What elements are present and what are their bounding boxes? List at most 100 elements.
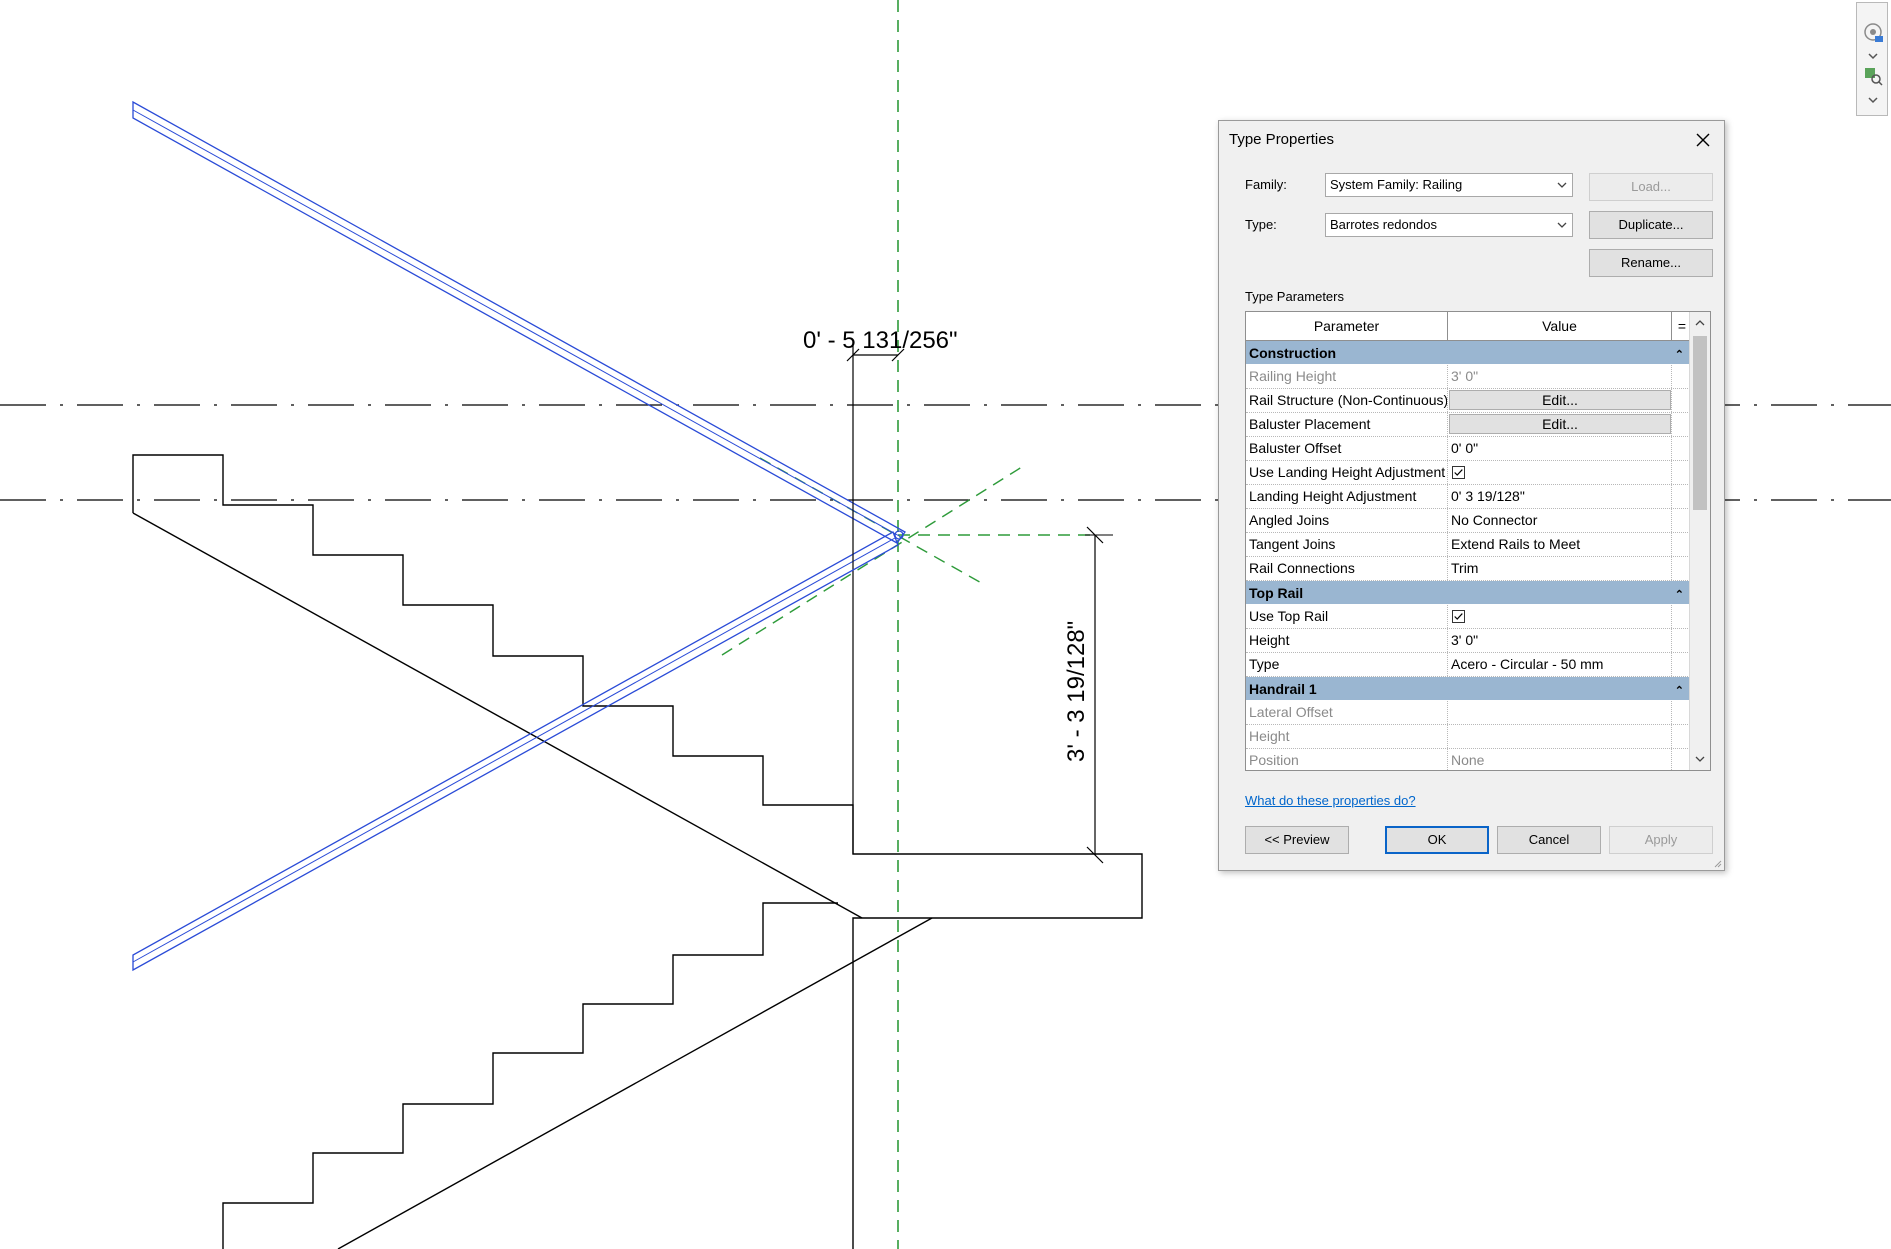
collapse-icon[interactable]: ⌃ [1675, 343, 1684, 367]
section-construction[interactable]: Construction ⌃ [1246, 341, 1692, 365]
param-name: Height [1246, 629, 1448, 652]
dimension-horizontal-label[interactable]: 0' - 5 131/256" [803, 327, 958, 354]
baluster-placement-edit-button[interactable]: Edit... [1449, 414, 1671, 434]
scrollbar-thumb[interactable] [1693, 336, 1707, 510]
type-parameters-grid[interactable]: Parameter Value = Construction ⌃ Railing… [1245, 311, 1711, 771]
grid-header: Parameter Value = [1246, 312, 1692, 341]
family-dropdown[interactable]: System Family: Railing [1325, 173, 1573, 197]
dialog-title: Type Properties [1229, 131, 1335, 148]
table-row: Use Landing Height Adjustment [1246, 461, 1692, 485]
param-name: Baluster Offset [1246, 437, 1448, 460]
param-value: 3' 0" [1448, 365, 1672, 388]
param-name: Railing Height [1246, 365, 1448, 388]
param-value[interactable]: 3' 0" [1448, 629, 1672, 652]
param-name: Baluster Placement [1246, 413, 1448, 436]
section-handrail-1[interactable]: Handrail 1 ⌃ [1246, 677, 1692, 701]
value-cell [1448, 461, 1672, 484]
chevron-down-icon [1557, 222, 1567, 228]
table-row: Height 3' 0" [1246, 629, 1692, 653]
param-name: Position [1246, 749, 1448, 770]
param-value[interactable]: 0' 0" [1448, 437, 1672, 460]
help-link[interactable]: What do these properties do? [1245, 793, 1416, 808]
param-name: Type [1246, 653, 1448, 676]
param-name: Use Top Rail [1246, 605, 1448, 628]
railing-upper-segment[interactable] [132, 100, 906, 544]
rail-structure-edit-button[interactable]: Edit... [1449, 390, 1671, 410]
param-value[interactable]: Extend Rails to Meet [1448, 533, 1672, 556]
rename-button[interactable]: Rename... [1589, 249, 1713, 277]
table-row: Type Acero - Circular - 50 mm [1246, 653, 1692, 677]
railing-lower-inner-edge [132, 537, 896, 963]
upper-stair-profile[interactable] [132, 454, 1143, 1249]
param-name: Angled Joins [1246, 509, 1448, 532]
resize-grip-icon[interactable] [1712, 858, 1722, 868]
table-row: Landing Height Adjustment 0' 3 19/128" [1246, 485, 1692, 509]
collapse-icon[interactable]: ⌃ [1675, 583, 1684, 607]
collapse-icon[interactable]: ⌃ [1675, 679, 1684, 703]
use-landing-height-checkbox[interactable] [1452, 466, 1465, 479]
cancel-button[interactable]: Cancel [1497, 826, 1601, 854]
navigation-bar[interactable] [1856, 2, 1888, 116]
family-label: Family: [1245, 177, 1287, 192]
load-button[interactable]: Load... [1589, 173, 1713, 201]
param-value[interactable]: No Connector [1448, 509, 1672, 532]
type-label: Type: [1245, 217, 1277, 232]
param-name: Rail Connections [1246, 557, 1448, 580]
value-cell [1448, 605, 1672, 628]
section-title: Top Rail [1249, 585, 1304, 601]
type-dropdown[interactable]: Barrotes redondos [1325, 213, 1573, 237]
table-row: Tangent Joins Extend Rails to Meet [1246, 533, 1692, 557]
section-top-rail[interactable]: Top Rail ⌃ [1246, 581, 1692, 605]
railing-upper-inner-edge [132, 109, 902, 538]
table-row: Baluster Placement Edit... [1246, 413, 1692, 437]
table-row: Position None [1246, 749, 1692, 770]
param-value [1448, 701, 1672, 724]
grid-scrollbar[interactable] [1689, 312, 1710, 770]
section-title: Construction [1249, 345, 1337, 361]
railing-lower-segment[interactable] [132, 531, 899, 972]
param-name: Lateral Offset [1246, 701, 1448, 724]
param-value[interactable]: Trim [1448, 557, 1672, 580]
column-header-value[interactable]: Value [1448, 312, 1672, 340]
close-icon[interactable] [1692, 129, 1714, 151]
type-parameters-label: Type Parameters [1245, 289, 1344, 304]
type-value: Barrotes redondos [1330, 217, 1437, 232]
steering-wheel-icon[interactable] [1862, 21, 1884, 43]
param-value: None [1448, 749, 1672, 770]
ok-button[interactable]: OK [1385, 826, 1489, 854]
table-row: Rail Connections Trim [1246, 557, 1692, 581]
table-row: Angled Joins No Connector [1246, 509, 1692, 533]
param-name: Landing Height Adjustment [1246, 485, 1448, 508]
duplicate-button[interactable]: Duplicate... [1589, 211, 1713, 239]
table-row: Baluster Offset 0' 0" [1246, 437, 1692, 461]
apply-button[interactable]: Apply [1609, 826, 1713, 854]
column-header-parameter[interactable]: Parameter [1246, 312, 1448, 340]
param-name: Tangent Joins [1246, 533, 1448, 556]
grid-rows: Construction ⌃ Railing Height 3' 0" Rail… [1246, 341, 1692, 770]
scroll-down-icon[interactable] [1693, 752, 1707, 766]
dimension-vertical-label[interactable]: 3' - 3 19/128" [1063, 621, 1090, 762]
table-row: Railing Height 3' 0" [1246, 365, 1692, 389]
table-row: Lateral Offset [1246, 701, 1692, 725]
chevron-down-icon[interactable] [1862, 45, 1884, 67]
param-value[interactable]: 0' 3 19/128" [1448, 485, 1672, 508]
param-name: Rail Structure (Non-Continuous) [1246, 389, 1448, 412]
preview-button[interactable]: << Preview [1245, 826, 1349, 854]
zoom-icon[interactable] [1862, 65, 1884, 87]
type-properties-dialog: Type Properties Family: System Family: R… [1218, 120, 1725, 871]
reference-plane-diagonal-up[interactable] [721, 464, 1026, 656]
table-row: Rail Structure (Non-Continuous) Edit... [1246, 389, 1692, 413]
family-value: System Family: Railing [1330, 177, 1463, 192]
param-value[interactable]: Acero - Circular - 50 mm [1448, 653, 1672, 676]
scroll-up-icon[interactable] [1693, 316, 1707, 330]
param-name: Height [1246, 725, 1448, 748]
param-name: Use Landing Height Adjustment [1246, 461, 1448, 484]
lower-stair-profile[interactable] [222, 902, 838, 1249]
use-top-rail-checkbox[interactable] [1452, 610, 1465, 623]
lower-stair-soffit[interactable] [337, 917, 933, 1249]
upper-stair-soffit[interactable] [132, 512, 863, 919]
table-row: Height [1246, 725, 1692, 749]
chevron-down-icon [1557, 182, 1567, 188]
param-value [1448, 725, 1672, 748]
zoom-menu-chevron-icon[interactable] [1862, 89, 1884, 111]
